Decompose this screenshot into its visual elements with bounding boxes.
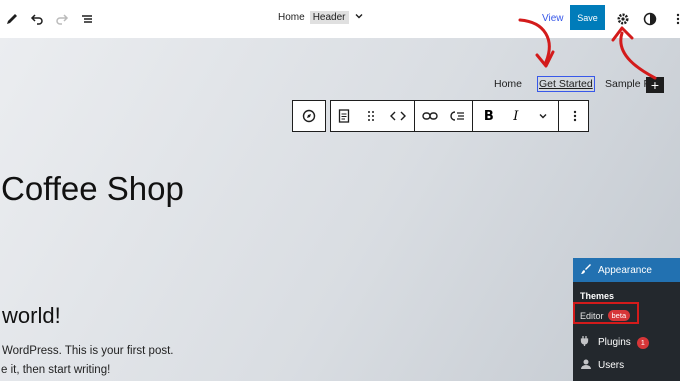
more-options-icon[interactable]: [668, 9, 680, 29]
breadcrumb-template: Header: [309, 11, 349, 24]
post-excerpt-line: e it, then start writing!: [1, 364, 111, 376]
submenu-icon[interactable]: [444, 101, 471, 131]
toolbar-divider: [558, 101, 560, 131]
breadcrumb-page: Home: [278, 12, 305, 23]
menu-item-appearance[interactable]: Appearance: [573, 258, 680, 282]
submenu-item-themes[interactable]: Themes: [580, 291, 614, 301]
move-arrows-icon[interactable]: [385, 101, 412, 131]
save-button[interactable]: Save: [570, 5, 605, 30]
pencil-icon[interactable]: [2, 9, 22, 29]
list-view-icon[interactable]: [77, 9, 97, 29]
toolbar-divider: [413, 101, 415, 131]
update-count-badge: 1: [636, 336, 649, 349]
page-icon[interactable]: [331, 101, 358, 131]
post-title[interactable]: world!: [2, 303, 61, 329]
nav-item-sample-page[interactable]: Sample P: [605, 78, 651, 90]
nav-item-home[interactable]: Home: [494, 78, 522, 90]
post-excerpt-line: WordPress. This is your first post.: [2, 345, 174, 357]
compass-icon[interactable]: [295, 101, 323, 131]
add-block-button[interactable]: +: [646, 77, 664, 93]
paintbrush-icon: [580, 263, 592, 278]
editor-top-toolbar: Home Header View Save: [0, 0, 680, 38]
menu-item-label: Plugins: [598, 337, 631, 348]
block-toolbar: B I: [330, 100, 589, 132]
block-toolbar-nav-group: [292, 100, 326, 132]
editor-highlight-box: [573, 302, 639, 324]
site-title[interactable]: Coffee Shop: [1, 170, 184, 208]
redo-icon[interactable]: [52, 9, 72, 29]
link-icon[interactable]: [417, 101, 444, 131]
styles-contrast-icon[interactable]: [640, 9, 660, 29]
drag-handle-icon[interactable]: [358, 101, 385, 131]
more-options-icon[interactable]: [561, 101, 588, 131]
bold-icon[interactable]: B: [475, 101, 502, 131]
menu-item-label: Users: [598, 360, 625, 371]
nav-item-get-started[interactable]: Get Started: [537, 76, 595, 92]
toolbar-divider: [472, 101, 474, 131]
menu-item-label: Appearance: [598, 264, 652, 276]
view-link[interactable]: View: [542, 13, 564, 24]
plug-icon: [580, 335, 592, 350]
italic-icon[interactable]: I: [502, 101, 529, 131]
undo-icon[interactable]: [27, 9, 47, 29]
gear-icon[interactable]: [613, 9, 633, 29]
menu-item-plugins[interactable]: Plugins 1: [580, 335, 649, 350]
menu-item-users[interactable]: Users: [580, 358, 624, 373]
user-icon: [580, 358, 592, 373]
chevron-down-icon[interactable]: [529, 101, 556, 131]
chevron-down-icon[interactable]: [354, 11, 364, 24]
breadcrumb[interactable]: Home Header: [278, 11, 364, 24]
